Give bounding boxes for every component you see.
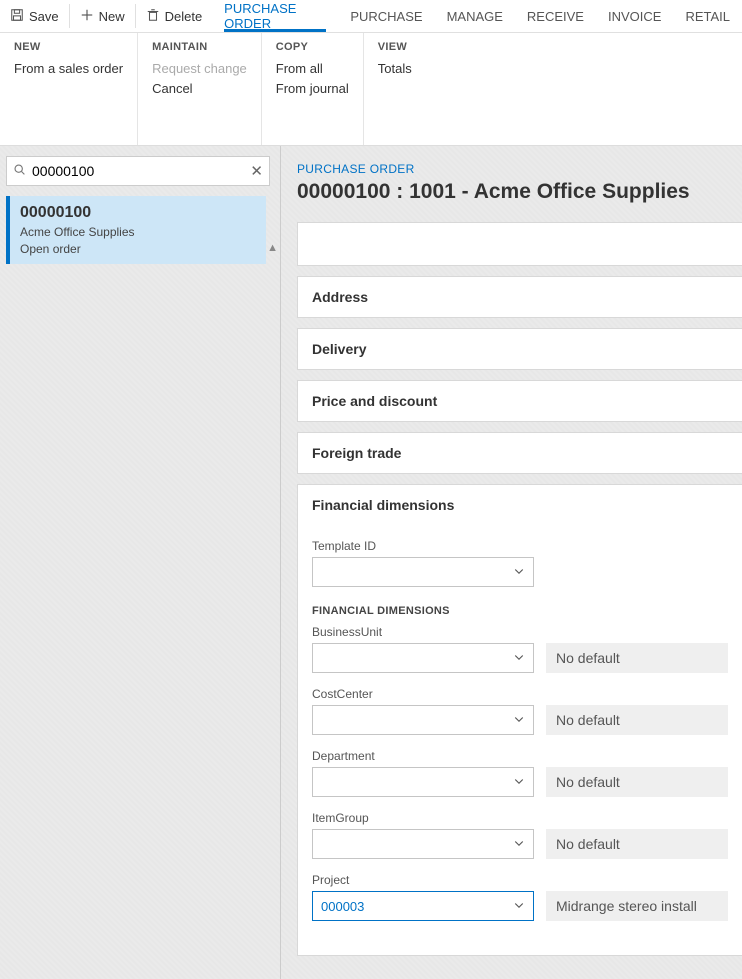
project-default: Midrange stereo install [546,891,728,921]
businessunit-combo[interactable] [312,643,534,673]
fin-dim-group-label: FINANCIAL DIMENSIONS [312,605,728,617]
result-id: 00000100 [20,204,256,222]
ribbon-title-view: VIEW [378,41,412,53]
department-label: Department [312,749,728,763]
itemgroup-label: ItemGroup [312,811,728,825]
itemgroup-default: No default [546,829,728,859]
financial-dimensions-body: Template ID FINANCIAL DIMENSIONS Busines… [297,525,742,956]
tab-strip: PURCHASE ORDER PURCHASE MANAGE RECEIVE I… [212,0,742,32]
project-combo[interactable]: 000003 [312,891,534,921]
save-label: Save [29,9,59,24]
chevron-down-icon [513,837,525,852]
tab-retail[interactable]: RETAIL [673,0,742,32]
businessunit-label: BusinessUnit [312,625,728,639]
trash-icon [146,8,160,25]
ribbon-cancel[interactable]: Cancel [152,81,247,96]
costcenter-label: CostCenter [312,687,728,701]
itemgroup-combo[interactable] [312,829,534,859]
section-financial-dimensions[interactable]: Financial dimensions [297,484,742,525]
chevron-down-icon [513,775,525,790]
new-button[interactable]: New [70,0,135,32]
tab-manage[interactable]: MANAGE [435,0,515,32]
new-label: New [99,9,125,24]
clear-search-icon[interactable]: ✕ [250,162,263,180]
ribbon-title-new: NEW [14,41,123,53]
left-pane: ✕ 00000100 Acme Office Supplies Open ord… [0,146,280,979]
delete-button[interactable]: Delete [136,0,213,32]
ribbon-request-change[interactable]: Request change [152,61,247,76]
ribbon-title-maintain: MAINTAIN [152,41,247,53]
page-title: 00000100 : 1001 - Acme Office Supplies [297,180,742,204]
costcenter-default: No default [546,705,728,735]
chevron-down-icon [513,565,525,580]
costcenter-combo[interactable] [312,705,534,735]
search-box[interactable]: ✕ [6,156,270,186]
save-button[interactable]: Save [0,0,69,32]
section-price-discount[interactable]: Price and discount [297,380,742,422]
department-combo[interactable] [312,767,534,797]
section-delivery[interactable]: Delivery [297,328,742,370]
breadcrumb: PURCHASE ORDER [297,162,742,176]
ribbon-title-copy: COPY [276,41,349,53]
ribbon-from-all[interactable]: From all [276,61,349,76]
result-vendor: Acme Office Supplies [20,225,256,239]
right-pane: PURCHASE ORDER 00000100 : 1001 - Acme Of… [280,146,742,979]
ribbon: NEW From a sales order MAINTAIN Request … [0,33,742,146]
ribbon-totals[interactable]: Totals [378,61,412,76]
ribbon-group-view: VIEW Totals [364,33,426,145]
main-area: ✕ 00000100 Acme Office Supplies Open ord… [0,146,742,979]
scroll-up-icon[interactable]: ▲ [267,242,278,254]
businessunit-default: No default [546,643,728,673]
plus-icon [80,8,94,25]
chevron-down-icon [513,651,525,666]
tab-invoice[interactable]: INVOICE [596,0,673,32]
ribbon-from-journal[interactable]: From journal [276,81,349,96]
result-status: Open order [20,242,256,256]
search-result-item[interactable]: 00000100 Acme Office Supplies Open order [6,196,266,264]
delete-label: Delete [165,9,203,24]
search-icon [13,163,26,179]
search-input[interactable] [26,163,250,179]
template-id-label: Template ID [312,539,728,553]
tab-receive[interactable]: RECEIVE [515,0,596,32]
ribbon-group-copy: COPY From all From journal [262,33,364,145]
ribbon-group-maintain: MAINTAIN Request change Cancel [138,33,262,145]
top-toolbar: Save New Delete PURCHASE ORDER PURCHASE … [0,0,742,33]
project-value: 000003 [321,899,364,914]
tab-purchase[interactable]: PURCHASE [338,0,434,32]
chevron-down-icon [513,713,525,728]
chevron-down-icon [513,899,525,914]
save-icon [10,8,24,25]
tab-purchase-order[interactable]: PURCHASE ORDER [212,0,338,32]
ribbon-from-sales-order[interactable]: From a sales order [14,61,123,76]
section-blank[interactable] [297,222,742,266]
section-address[interactable]: Address [297,276,742,318]
section-foreign-trade[interactable]: Foreign trade [297,432,742,474]
department-default: No default [546,767,728,797]
project-label: Project [312,873,728,887]
ribbon-group-new: NEW From a sales order [0,33,138,145]
template-id-combo[interactable] [312,557,534,587]
